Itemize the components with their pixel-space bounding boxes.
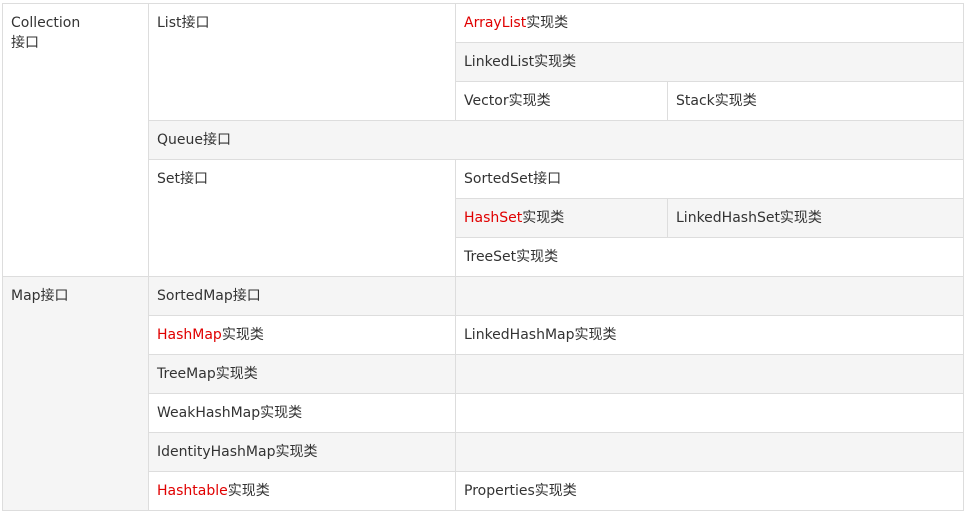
queue-interface-cell: Queue接口 (148, 120, 964, 160)
hashtable-suffix: 实现类 (227, 483, 270, 499)
hashtable-cell: Hashtable实现类 (148, 471, 456, 511)
identityhashmap-cell: IdentityHashMap实现类 (148, 432, 456, 472)
arraylist-name: ArrayList (464, 15, 527, 31)
collection-label-line2: 接口 (11, 35, 39, 51)
linkedlist-cell: LinkedList实现类 (455, 42, 964, 82)
treeset-label: TreeSet实现类 (464, 249, 559, 265)
set-interface-cell: Set接口 (148, 159, 456, 277)
hashmap-suffix: 实现类 (221, 327, 264, 343)
map-interface-cell: Map接口 (2, 276, 149, 511)
hashtable-name: Hashtable (157, 483, 228, 499)
sortedset-label: SortedSet接口 (464, 171, 562, 187)
treemap-cell: TreeMap实现类 (148, 354, 456, 394)
collection-label-line1: Collection (11, 15, 81, 31)
stack-label: Stack实现类 (676, 93, 757, 109)
linkedhashmap-cell: LinkedHashMap实现类 (455, 315, 964, 355)
stack-cell: Stack实现类 (667, 81, 964, 121)
treemap-label: TreeMap实现类 (157, 366, 258, 382)
linkedhashset-cell: LinkedHashSet实现类 (667, 198, 964, 238)
hashset-suffix: 实现类 (522, 210, 565, 226)
treeset-cell: TreeSet实现类 (455, 237, 964, 277)
identityhashmap-label: IdentityHashMap实现类 (157, 444, 318, 460)
set-interface-label: Set接口 (157, 171, 208, 187)
sortedmap-empty-cell (455, 276, 964, 316)
linkedhashset-label: LinkedHashSet实现类 (676, 210, 822, 226)
arraylist-cell: ArrayList实现类 (455, 3, 964, 43)
queue-interface-label: Queue接口 (157, 132, 231, 148)
list-interface-cell: List接口 (148, 3, 456, 121)
properties-cell: Properties实现类 (455, 471, 964, 511)
vector-label: Vector实现类 (464, 93, 551, 109)
weakhashmap-cell: WeakHashMap实现类 (148, 393, 456, 433)
hashmap-cell: HashMap实现类 (148, 315, 456, 355)
hashset-cell: HashSet实现类 (455, 198, 668, 238)
identityhashmap-empty-cell (455, 432, 964, 472)
weakhashmap-label: WeakHashMap实现类 (157, 405, 303, 421)
hashset-name: HashSet (464, 210, 523, 226)
list-interface-label: List接口 (157, 15, 210, 31)
linkedlist-label: LinkedList实现类 (464, 54, 577, 70)
vector-cell: Vector实现类 (455, 81, 668, 121)
sortedset-cell: SortedSet接口 (455, 159, 964, 199)
arraylist-suffix: 实现类 (526, 15, 569, 31)
weakhashmap-empty-cell (455, 393, 964, 433)
sortedmap-label: SortedMap接口 (157, 288, 261, 304)
collection-interface-cell: Collection 接口 (2, 3, 149, 277)
linkedhashmap-label: LinkedHashMap实现类 (464, 327, 617, 343)
java-collections-table: Collection 接口 List接口 ArrayList实现类 Linked… (2, 3, 964, 511)
hashmap-name: HashMap (157, 327, 222, 343)
map-interface-label: Map接口 (11, 288, 69, 304)
treemap-empty-cell (455, 354, 964, 394)
sortedmap-cell: SortedMap接口 (148, 276, 456, 316)
properties-label: Properties实现类 (464, 483, 577, 499)
